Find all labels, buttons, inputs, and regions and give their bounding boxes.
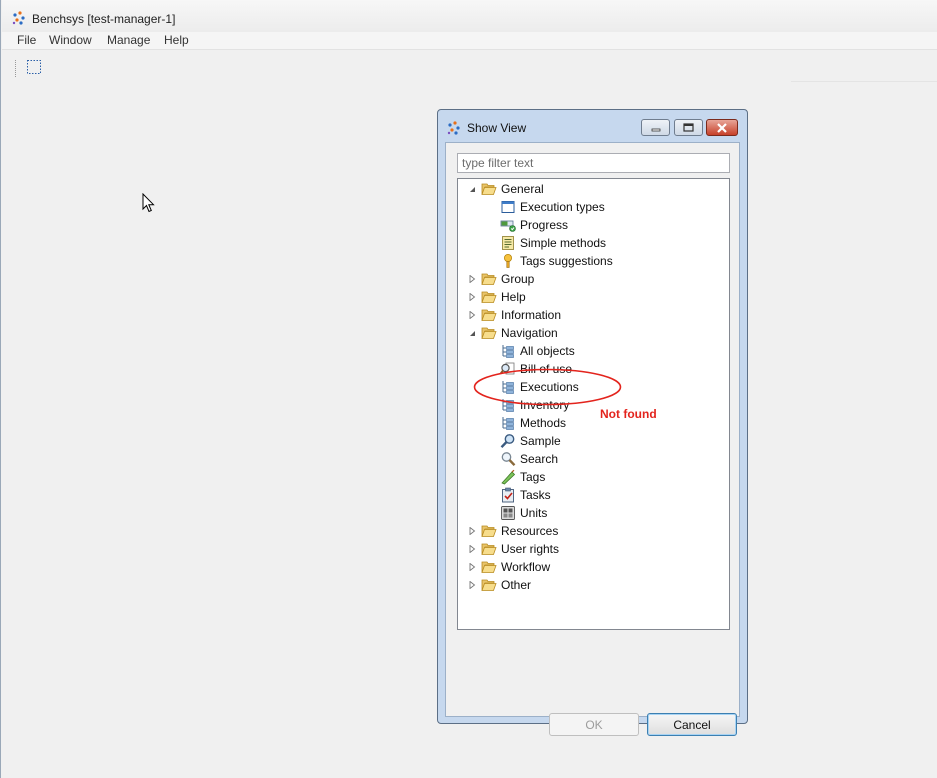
maximize-button[interactable] <box>674 119 703 136</box>
collapse-arrow-icon[interactable] <box>468 329 476 337</box>
menu-window[interactable]: Window <box>47 33 94 47</box>
tree-label: Tags <box>520 470 546 484</box>
tree-label: Information <box>501 308 562 322</box>
tree-item-units[interactable]: Units <box>458 504 729 522</box>
tree-label: Help <box>501 290 526 304</box>
window-titlebar: Benchsys [test-manager-1] <box>2 0 937 32</box>
tree-label: Tags suggestions <box>520 254 613 268</box>
tree-label: Execution types <box>520 200 605 214</box>
tree-category-user-rights[interactable]: User rights <box>458 540 729 558</box>
tree-label: Navigation <box>501 326 558 340</box>
mouse-pointer-icon <box>142 193 155 213</box>
dialog-content: General Execution types Progress Simple … <box>445 142 740 736</box>
open-folder-icon <box>481 183 497 195</box>
tree-category-information[interactable]: Information <box>458 306 729 324</box>
lightbulb-icon <box>504 254 512 268</box>
tree-item-sample[interactable]: Sample <box>458 432 729 450</box>
tree-item-methods[interactable]: Methods <box>458 414 729 432</box>
filter-input[interactable] <box>457 153 730 173</box>
tree-category-other[interactable]: Other <box>458 576 729 594</box>
open-folder-icon <box>481 327 497 339</box>
tree-category-resources[interactable]: Resources <box>458 522 729 540</box>
collapse-arrow-icon[interactable] <box>468 185 476 193</box>
tree-category-general[interactable]: General <box>458 180 729 198</box>
progress-icon <box>500 220 516 232</box>
expand-arrow-icon[interactable] <box>468 311 476 319</box>
ok-button[interactable]: OK <box>549 713 639 736</box>
toolbar-grip[interactable] <box>15 60 18 77</box>
tree-label: Tasks <box>520 488 551 502</box>
tree-label: Search <box>520 452 559 466</box>
tree-item-simple-methods[interactable]: Simple methods <box>458 234 729 252</box>
tree-label: Units <box>520 506 548 520</box>
units-icon <box>501 506 515 520</box>
cancel-button[interactable]: Cancel <box>647 713 737 736</box>
open-folder-icon <box>481 309 497 321</box>
close-icon <box>717 122 727 133</box>
new-view-icon[interactable] <box>26 59 42 75</box>
view-window-icon <box>501 201 515 213</box>
tree-label: Methods <box>520 416 567 430</box>
window-title: Benchsys [test-manager-1] <box>32 12 176 26</box>
expand-arrow-icon[interactable] <box>468 581 476 589</box>
benchsys-logo-icon <box>447 121 460 135</box>
tree-item-search[interactable]: Search <box>458 450 729 468</box>
maximize-icon <box>683 123 694 132</box>
dialog-title: Show View <box>467 121 527 135</box>
expand-arrow-icon[interactable] <box>468 275 476 283</box>
expand-arrow-icon[interactable] <box>468 545 476 553</box>
expand-arrow-icon[interactable] <box>468 563 476 571</box>
annotation-ellipse <box>473 368 622 406</box>
tree-label: Workflow <box>501 560 551 574</box>
menu-help[interactable]: Help <box>162 33 191 47</box>
expand-arrow-icon[interactable] <box>468 527 476 535</box>
tree-label: User rights <box>501 542 560 556</box>
tree-item-tags-suggestions[interactable]: Tags suggestions <box>458 252 729 270</box>
tree-category-workflow[interactable]: Workflow <box>458 558 729 576</box>
tree-item-all-objects[interactable]: All objects <box>458 342 729 360</box>
tree-label: Simple methods <box>520 236 607 250</box>
toolbar-separator <box>791 81 937 82</box>
tree-label: Progress <box>520 218 569 232</box>
tag-icon <box>501 469 516 485</box>
tree-label: Resources <box>501 524 559 538</box>
benchsys-logo-icon <box>12 11 25 25</box>
open-folder-icon <box>481 273 497 285</box>
dialog-titlebar[interactable]: Show View <box>438 110 747 140</box>
tree-label: All objects <box>520 344 575 358</box>
tree-item-progress[interactable]: Progress <box>458 216 729 234</box>
magnifier-icon <box>500 434 515 449</box>
tree-category-navigation[interactable]: Navigation <box>458 324 729 342</box>
expand-arrow-icon[interactable] <box>468 293 476 301</box>
tree-list-icon <box>502 417 514 430</box>
search-icon <box>501 452 516 467</box>
open-folder-icon <box>481 561 497 573</box>
tree-label: Group <box>501 272 535 286</box>
tree-item-tags[interactable]: Tags <box>458 468 729 486</box>
clipboard-icon <box>502 487 514 503</box>
open-folder-icon <box>481 543 497 555</box>
minimize-button[interactable] <box>641 119 670 136</box>
open-folder-icon <box>481 525 497 537</box>
tree-item-tasks[interactable]: Tasks <box>458 486 729 504</box>
minimize-icon <box>651 128 660 131</box>
show-view-dialog: Show View General Execution types <box>437 109 748 736</box>
tree-label: Sample <box>520 434 561 448</box>
annotation-not-found-label: Not found <box>600 407 657 421</box>
tree-category-help[interactable]: Help <box>458 288 729 306</box>
close-button[interactable] <box>706 119 738 136</box>
tree-item-execution-types[interactable]: Execution types <box>458 198 729 216</box>
tree-label: General <box>501 182 544 196</box>
tree-list-icon <box>502 345 514 358</box>
tree-category-group[interactable]: Group <box>458 270 729 288</box>
menu-file[interactable]: File <box>15 33 38 47</box>
menu-bar: File Window Manage Help <box>2 32 937 50</box>
open-folder-icon <box>481 579 497 591</box>
tree-label: Other <box>501 578 532 592</box>
toolbar <box>2 51 937 81</box>
menu-manage[interactable]: Manage <box>105 33 152 47</box>
open-folder-icon <box>481 291 497 303</box>
list-document-icon <box>502 236 514 250</box>
